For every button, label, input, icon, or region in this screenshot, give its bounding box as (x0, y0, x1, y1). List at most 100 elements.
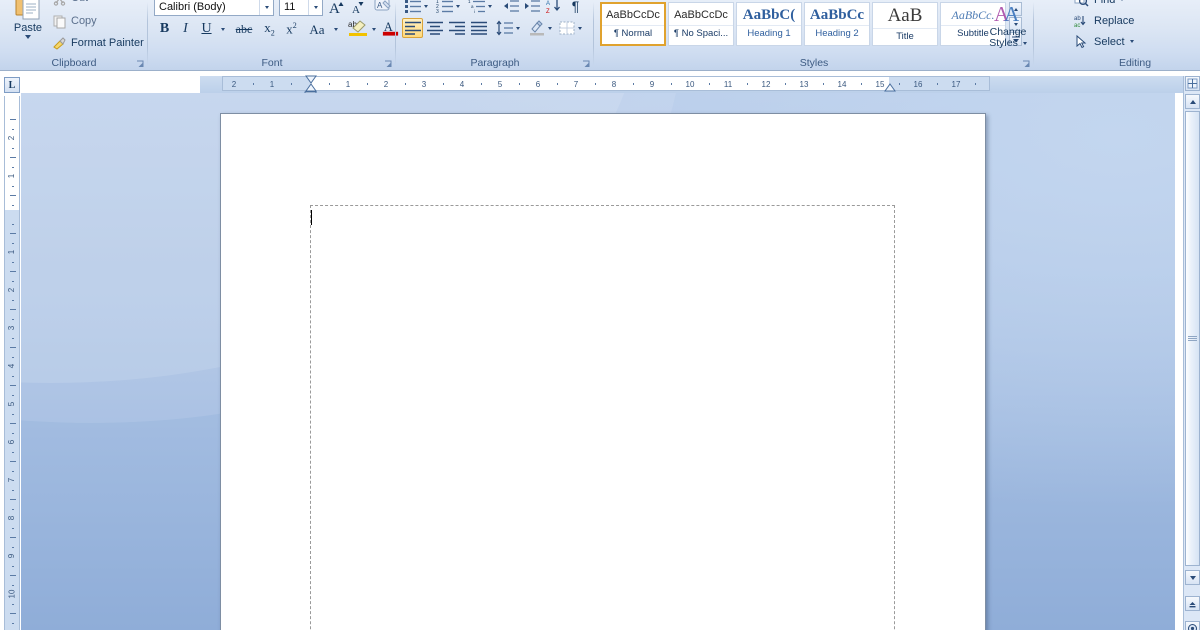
scroll-down-button[interactable] (1185, 570, 1200, 585)
replace-button[interactable]: ab ac Replace (1074, 12, 1134, 30)
sort-button[interactable]: A Z (544, 0, 565, 16)
change-styles-button[interactable]: A A Change Styles (984, 0, 1032, 50)
vertical-ruler-minor-tick (12, 508, 14, 510)
document-page[interactable] (220, 113, 986, 630)
decrease-indent-icon (503, 0, 519, 12)
chevron-down-icon (1022, 41, 1027, 45)
subscript-button[interactable]: x2 (259, 19, 280, 39)
strikethrough-button[interactable]: abc (230, 19, 258, 39)
vertical-ruler-minor-tick (10, 423, 16, 424)
style-item-heading-2[interactable]: AaBbCc Heading 2 (804, 2, 870, 46)
font-name-dropdown-icon[interactable] (259, 0, 273, 15)
font-name-combobox[interactable]: Calibri (Body) (154, 0, 274, 16)
clipboard-group-body: Paste Cut (0, 0, 148, 56)
font-size-combobox[interactable]: 11 (279, 0, 323, 16)
vertical-ruler-minor-tick (10, 233, 16, 234)
ruler-minor-tick (861, 83, 862, 85)
decrease-indent-button[interactable] (500, 0, 521, 16)
find-icon (1074, 0, 1089, 7)
vertical-scrollbar[interactable] (1183, 76, 1200, 630)
underline-dropdown-button[interactable] (217, 21, 228, 37)
paste-label: Paste (13, 22, 43, 34)
vertical-ruler[interactable]: 2 1 1 2 3 4 5 6 7 8 9 10 (4, 96, 20, 630)
line-spacing-dropdown-button[interactable] (513, 20, 523, 36)
ruler-tick-label: 5 (497, 80, 503, 89)
highlight-dropdown-button[interactable] (369, 21, 379, 37)
select-button[interactable]: Select (1074, 33, 1134, 50)
ruler-tick-label: 17 (951, 80, 961, 89)
find-button[interactable]: Find (1074, 0, 1125, 8)
scrollbar-thumb[interactable] (1185, 111, 1200, 566)
line-spacing-button[interactable] (494, 18, 515, 38)
style-item-title[interactable]: AaB Title (872, 2, 938, 46)
change-case-dropdown-button[interactable] (331, 21, 341, 37)
svg-text:A: A (1004, 2, 1020, 26)
style-item-normal[interactable]: AaBbCcDc ¶ Normal (600, 2, 666, 46)
increase-indent-button[interactable] (521, 0, 542, 16)
select-browse-object-button[interactable] (1185, 621, 1200, 630)
split-window-button[interactable] (1185, 76, 1200, 91)
editing-group-body: Find ab ac Replace (1070, 0, 1200, 56)
numbering-dropdown-button[interactable] (453, 0, 463, 14)
show-formatting-marks-button[interactable]: ¶ (565, 0, 586, 16)
change-case-button[interactable]: Aa (303, 19, 331, 39)
style-preview: AaBbCcDc (674, 9, 728, 21)
bold-button[interactable]: B (154, 19, 175, 39)
italic-button[interactable]: I (175, 19, 196, 39)
ribbon-group-editing: Find ab ac Replace (1070, 0, 1200, 70)
vertical-ruler-minor-tick (12, 299, 14, 301)
svg-text:A: A (352, 4, 360, 16)
borders-button[interactable] (556, 18, 577, 38)
document-canvas[interactable] (21, 93, 1175, 630)
clear-formatting-button[interactable]: A (370, 0, 398, 16)
vertical-ruler-minor-tick (12, 223, 14, 225)
bullets-button[interactable] (402, 0, 423, 16)
borders-dropdown-button[interactable] (575, 20, 585, 36)
align-center-button[interactable] (424, 18, 445, 38)
shading-button[interactable] (526, 18, 547, 38)
shrink-font-button[interactable]: A (348, 0, 369, 17)
vertical-ruler-body (5, 210, 19, 630)
vertical-ruler-minor-tick (12, 242, 14, 244)
underline-button[interactable]: U (196, 19, 217, 39)
superscript-button[interactable]: x2 (281, 19, 302, 39)
tab-stop-selector-button[interactable]: L (4, 77, 20, 93)
vertical-ruler-minor-tick (12, 470, 14, 472)
shading-dropdown-button[interactable] (545, 20, 555, 36)
ruler-tick-label: 4 (459, 80, 465, 89)
justify-button[interactable] (468, 18, 489, 38)
style-label: Title (873, 27, 937, 43)
scroll-up-button[interactable] (1185, 94, 1200, 109)
text-highlight-button[interactable]: ab (344, 18, 372, 38)
clipboard-group-label: Clipboard (51, 57, 97, 69)
bullets-dropdown-button[interactable] (421, 0, 431, 14)
align-left-button[interactable] (402, 18, 423, 38)
styles-dialog-launcher[interactable] (1021, 59, 1032, 70)
multilevel-list-button[interactable]: 1ai (466, 0, 487, 16)
horizontal-ruler[interactable]: 2 1 1 2 3 4 5 6 7 8 9 10 11 12 13 14 15 16 17 (222, 76, 990, 91)
align-right-button[interactable] (446, 18, 467, 38)
paste-button[interactable]: Paste (6, 0, 50, 44)
left-tab-stop-icon: L (8, 79, 16, 91)
numbering-icon: 123 (436, 0, 453, 14)
paste-icon (13, 0, 43, 21)
paste-dropdown-caret-icon[interactable] (25, 35, 31, 39)
style-label: ¶ Normal (602, 25, 664, 40)
chevron-down-icon[interactable] (1129, 40, 1134, 43)
multilevel-list-dropdown-button[interactable] (485, 0, 495, 14)
cut-button[interactable]: Cut (52, 0, 88, 6)
grow-font-button[interactable]: A (327, 0, 348, 17)
clipboard-dialog-launcher[interactable] (135, 59, 146, 70)
vertical-ruler-minor-tick (12, 204, 14, 206)
vertical-ruler-minor-tick (12, 185, 14, 187)
font-size-dropdown-icon[interactable] (308, 0, 322, 15)
copy-button[interactable]: Copy (52, 13, 97, 29)
style-item-no-spacing[interactable]: AaBbCcDc ¶ No Spaci... (668, 2, 734, 46)
font-dialog-launcher[interactable] (383, 59, 394, 70)
chevron-down-icon[interactable] (1120, 0, 1125, 1)
previous-page-button[interactable] (1185, 596, 1200, 611)
style-item-heading-1[interactable]: AaBbC( Heading 1 (736, 2, 802, 46)
format-painter-button[interactable]: Format Painter (52, 35, 144, 51)
numbering-button[interactable]: 123 (434, 0, 455, 16)
paragraph-dialog-launcher[interactable] (581, 59, 592, 70)
